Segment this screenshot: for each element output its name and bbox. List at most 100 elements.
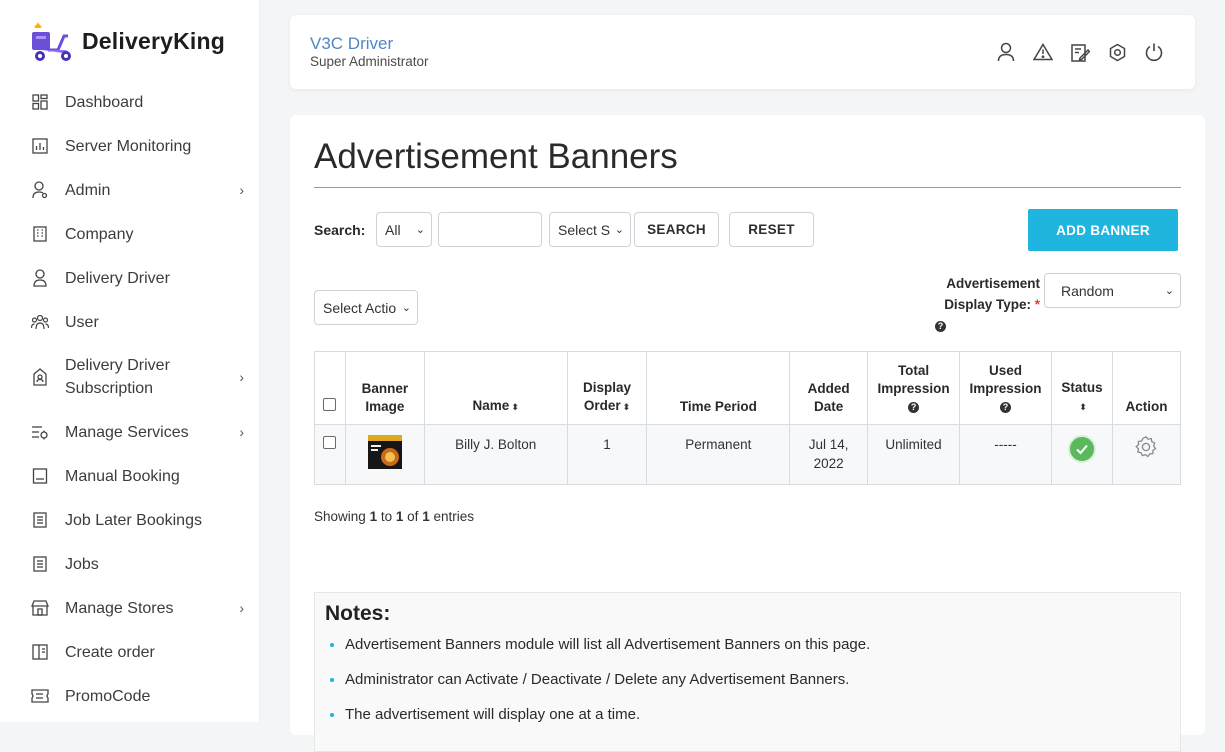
chevron-down-icon: ⌄ [1164,285,1174,297]
column-header-status[interactable]: Status ⬍ [1051,351,1113,425]
ad-display-type-value: Random [1061,282,1114,299]
column-header-label: Name [472,398,510,413]
chevron-down-icon: ⌄ [401,302,411,314]
sort-icon[interactable]: ⬍ [1079,402,1087,412]
add-banner-button[interactable]: ADD BANNER [1028,209,1178,251]
column-header-used-impression: Used Impression? [959,351,1052,425]
services-icon [31,423,49,441]
display-order-cell: 1 [566,424,648,485]
sidebar-item-admin[interactable]: Admin › [0,168,260,212]
sidebar-item-promocode[interactable]: PromoCode [0,674,260,718]
column-header-label: Action [1125,399,1168,414]
sidebar-item-create-order[interactable]: Create order [0,630,260,674]
help-icon[interactable]: ? [908,401,920,413]
search-button[interactable]: SEARCH [634,212,719,247]
sidebar-item-manage-services[interactable]: Manage Services › [0,410,260,454]
table-header-row: Banner Image Name ⬍ Display Order ⬍ Time P… [314,351,1182,425]
alert-icon[interactable] [1032,41,1054,63]
notes-list: Advertisement Banners module will list a… [325,635,1165,740]
sidebar-item-label: Jobs [65,555,99,573]
status-cell [1051,424,1113,485]
added-date-cell: Jul 14, 2022 [789,424,869,485]
sidebar-item-jobs[interactable]: Jobs [0,542,260,586]
title-divider [314,187,1181,188]
help-icon[interactable]: ? [935,320,946,332]
sort-icon[interactable]: ⬍ [511,402,519,412]
banners-table: Banner Image Name ⬍ Display Order ⬍ Time P… [314,351,1182,485]
pagination-prefix: Showing [314,509,366,524]
sidebar-item-label: Server Monitoring [65,137,192,155]
sidebar-item-delivery-driver-subscription[interactable]: Delivery Driver Subscription › [0,346,260,408]
total-impression-cell: Unlimited [867,424,961,485]
search-label: Search: [314,222,366,238]
column-header-label: Banner Image [361,381,409,414]
store-icon [31,599,49,617]
brand-logo[interactable]: DeliveryKing [28,20,225,62]
sidebar-item-label: Admin [65,181,111,199]
building-icon [31,225,49,243]
bulk-action-select[interactable]: Select Actio ⌄ [314,290,418,325]
table-row: Billy J. Bolton 1 Permanent Jul 14, 2022… [314,424,1182,485]
chevron-right-icon: › [239,424,244,440]
column-header-label: Time Period [679,399,757,414]
column-header-action: Action [1111,351,1182,425]
chevron-down-icon: ⌄ [614,224,624,236]
chevron-down-icon: ⌄ [415,224,425,236]
action-cell [1111,424,1182,485]
sidebar-item-dashboard[interactable]: Dashboard [0,80,260,124]
notes-panel: Notes: Advertisement Banners module will… [314,592,1181,752]
page-title: Advertisement Banners [314,137,678,176]
bulk-action-value: Select Actio [323,299,397,316]
order-icon [31,643,49,661]
column-header-label: Status [1061,380,1103,395]
sidebar-item-label: Manage Stores [65,599,174,617]
sidebar-item-user[interactable]: User [0,300,260,344]
search-filter-select[interactable]: All ⌄ [376,212,432,247]
ad-display-type-select[interactable]: Random ⌄ [1044,273,1181,308]
sidebar-item-server-monitoring[interactable]: Server Monitoring [0,124,260,168]
sidebar-item-manage-stores[interactable]: Manage Stores › [0,586,260,630]
help-icon[interactable]: ? [1000,401,1012,413]
column-header-name[interactable]: Name ⬍ [423,351,568,425]
sidebar: DeliveryKing Dashboard Server Monitoring… [0,0,260,722]
sidebar-item-label: User [65,313,99,331]
chevron-right-icon: › [239,369,244,385]
pagination-suffix: entries [433,509,474,524]
row-checkbox[interactable] [323,436,337,449]
banner-thumbnail[interactable] [367,435,402,469]
main-content: Advertisement Banners Search: All ⌄ Sele… [290,115,1205,752]
notes-title: Notes: [325,602,391,625]
settings-icon[interactable] [1106,41,1128,63]
sidebar-item-company[interactable]: Company [0,212,260,256]
ad-display-type-label: Advertisement Display Type: * ? [935,273,1040,336]
column-header-total-impression: Total Impression? [867,351,961,425]
header-actions [995,41,1165,63]
column-header-display-order[interactable]: Display Order ⬍ [566,351,648,425]
column-header-added-date: Added Date [789,351,869,425]
sort-icon[interactable]: ⬍ [623,402,631,412]
gear-icon[interactable] [1134,435,1158,464]
list-item: The advertisement will display one at a … [345,705,1165,724]
status-active-icon[interactable] [1067,435,1096,463]
edit-icon[interactable] [1069,41,1091,63]
profile-icon[interactable] [995,41,1017,63]
users-icon [31,313,49,331]
subscription-icon [31,368,49,386]
pagination-of-word: of [407,509,419,524]
select-all-checkbox[interactable] [323,398,337,411]
promo-icon [31,687,49,705]
search-input[interactable] [438,212,542,247]
sidebar-item-job-later-bookings[interactable]: Job Later Bookings [0,498,260,542]
chevron-right-icon: › [239,182,244,198]
sidebar-item-label: Delivery Driver [65,269,170,287]
status-filter-select[interactable]: Select S ⌄ [549,212,631,247]
reset-button[interactable]: RESET [729,212,814,247]
document-icon [31,555,49,573]
sidebar-item-manual-booking[interactable]: Manual Booking [0,454,260,498]
power-icon[interactable] [1143,41,1165,63]
driver-icon [31,269,49,287]
time-period-cell: Permanent [646,424,791,485]
ad-display-type-text: Advertisement Display Type: [944,276,1040,312]
sidebar-item-delivery-driver[interactable]: Delivery Driver [0,256,260,300]
pagination-from: 1 [369,509,378,524]
